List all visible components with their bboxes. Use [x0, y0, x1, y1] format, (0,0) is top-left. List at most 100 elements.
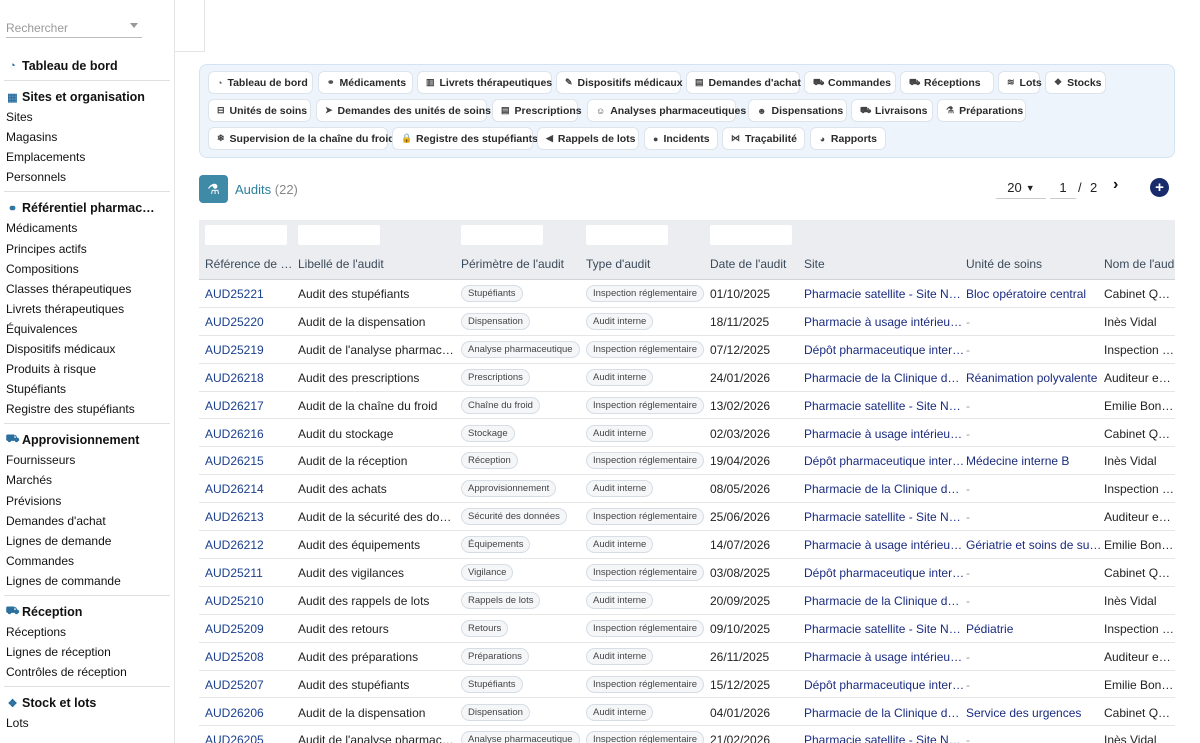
sidebar-search-select[interactable]: Rechercher: [6, 18, 142, 38]
site-link[interactable]: Pharmacie à usage intérieur…: [804, 315, 965, 329]
audit-reference-link[interactable]: AUD25208: [205, 650, 264, 664]
tab-r-ceptions[interactable]: ⛟ Réceptions: [900, 71, 994, 94]
tab-demandes-des-unit-s-de-soins[interactable]: ➤ Demandes des unités de soins: [316, 99, 491, 122]
column-filter-input[interactable]: [461, 225, 543, 245]
sidebar-item[interactable]: Livrets thérapeutiques: [0, 299, 174, 319]
tab-prescriptions[interactable]: ▤ Prescriptions: [492, 99, 582, 122]
tab-m-dicaments[interactable]: ⚭ Médicaments: [318, 71, 413, 94]
audit-reference-link[interactable]: AUD26213: [205, 510, 264, 524]
care-unit-link[interactable]: Pédiatrie: [966, 622, 1013, 636]
audit-reference-link[interactable]: AUD26206: [205, 706, 264, 720]
tab-rapports[interactable]: ◕ Rapports: [810, 127, 886, 150]
table-row[interactable]: AUD25209 Audit des retours Retours Inspecti…: [199, 615, 1175, 643]
tab-pr-parations[interactable]: ⚗ Préparations: [937, 99, 1026, 122]
care-unit-link[interactable]: Bloc opératoire central: [966, 287, 1086, 301]
sidebar-section-header[interactable]: ⚭ Référentiel pharmac…: [0, 198, 174, 218]
sidebar-item[interactable]: Stupéfiants: [0, 379, 174, 399]
tab-analyses-pharmaceutiques[interactable]: ☺ Analyses pharmaceutiques: [587, 99, 746, 122]
page-number-input[interactable]: 1: [1050, 177, 1076, 199]
care-unit-link[interactable]: Médecine interne B: [966, 454, 1069, 468]
sidebar-item[interactable]: Contrôles de réception: [0, 662, 174, 682]
site-link[interactable]: Pharmacie satellite - Site Nord: [804, 399, 965, 413]
table-row[interactable]: AUD26214 Audit des achats Approvisionnemen…: [199, 475, 1175, 504]
sidebar-item[interactable]: Médicaments: [0, 218, 174, 238]
tab-incidents[interactable]: ● Incidents: [644, 127, 718, 150]
table-row[interactable]: AUD26212 Audit des équipements Équipements…: [199, 531, 1175, 559]
sidebar-item[interactable]: Lignes de commande: [0, 571, 174, 591]
sidebar-item[interactable]: Lignes de réception: [0, 642, 174, 662]
site-link[interactable]: Pharmacie à usage intérieur…: [804, 538, 965, 552]
table-row[interactable]: AUD25220 Audit de la dispensation Dispensa…: [199, 308, 1175, 336]
sidebar-item[interactable]: Registre des stupéfiants: [0, 399, 174, 419]
tab-demandes-d-achat[interactable]: ▤ Demandes d'achat: [686, 71, 801, 94]
audit-reference-link[interactable]: AUD26217: [205, 399, 264, 413]
sidebar-item[interactable]: Personnels: [0, 167, 174, 187]
sidebar-section-header[interactable]: ▦ Sites et organisation: [0, 87, 174, 107]
table-row[interactable]: AUD26213 Audit de la sécurité des don… Séc…: [199, 503, 1175, 532]
table-row[interactable]: AUD25208 Audit des préparations Préparatio…: [199, 643, 1175, 671]
sidebar-item[interactable]: Marchés: [0, 470, 174, 490]
sidebar-item[interactable]: Principes actifs: [0, 238, 174, 258]
tab-livraisons[interactable]: ⛟ Livraisons: [851, 99, 933, 122]
tab-stocks[interactable]: ❖ Stocks: [1045, 71, 1106, 94]
site-link[interactable]: Pharmacie à usage intérieur…: [804, 650, 965, 664]
table-row[interactable]: AUD26218 Audit des prescriptions Prescript…: [199, 364, 1175, 392]
page-size-select[interactable]: 20 ▼: [996, 177, 1046, 199]
sidebar-item[interactable]: Compositions: [0, 259, 174, 279]
sidebar-section-header[interactable]: ⛟ Approvisionnement: [0, 430, 174, 450]
column-header[interactable]: Site: [804, 257, 969, 271]
table-row[interactable]: AUD26206 Audit de la dispensation Dispensa…: [199, 699, 1175, 727]
column-filter-input[interactable]: [710, 225, 792, 245]
sidebar-item[interactable]: Équivalences: [0, 319, 174, 339]
column-header[interactable]: Date de l'audit: [710, 257, 808, 271]
tab-supervision-de-la-cha-ne-du-froid[interactable]: ❄ Supervision de la chaîne du froid: [208, 127, 395, 150]
tab-livrets-th-rapeutiques[interactable]: ▥ Livrets thérapeutiques: [417, 71, 552, 94]
site-link[interactable]: Pharmacie de la Clinique de…: [804, 706, 965, 720]
add-record-button[interactable]: +: [1150, 178, 1169, 197]
site-link[interactable]: Pharmacie de la Clinique de…: [804, 482, 965, 496]
column-filter-input[interactable]: [298, 225, 380, 245]
site-link[interactable]: Dépôt pharmaceutique inter…: [804, 566, 964, 580]
tab-tableau-de-bord[interactable]: ◔ Tableau de bord: [208, 71, 313, 94]
sidebar-item[interactable]: Réceptions: [0, 622, 174, 642]
column-header[interactable]: Nom de l'audite: [1104, 257, 1175, 271]
sidebar-section-header[interactable]: ❖ Stock et lots: [0, 693, 174, 713]
column-header[interactable]: Périmètre de l'audit: [461, 257, 586, 271]
sidebar-item[interactable]: Demandes d'achat: [0, 511, 174, 531]
care-unit-link[interactable]: Réanimation polyvalente: [966, 371, 1097, 385]
audit-reference-link[interactable]: AUD26205: [205, 733, 264, 743]
table-row[interactable]: AUD26205 Audit de l'analyse pharmace… Anal…: [199, 726, 1175, 743]
audit-reference-link[interactable]: AUD26212: [205, 538, 264, 552]
audit-reference-link[interactable]: AUD25221: [205, 287, 264, 301]
tab-rappels-de-lots[interactable]: ◀ Rappels de lots: [537, 127, 639, 150]
table-row[interactable]: AUD25211 Audit des vigilances Vigilance Ins…: [199, 559, 1175, 587]
audit-reference-link[interactable]: AUD26218: [205, 371, 264, 385]
tab-registre-des-stup-fiants[interactable]: 🔒 Registre des stupéfiants: [392, 127, 538, 150]
column-header[interactable]: Référence de …: [205, 257, 301, 271]
site-link[interactable]: Pharmacie de la Clinique de…: [804, 371, 965, 385]
column-header[interactable]: Libellé de l'audit: [298, 257, 458, 271]
sidebar-item[interactable]: Magasins: [0, 127, 174, 147]
audit-reference-link[interactable]: AUD25207: [205, 678, 264, 692]
site-link[interactable]: Pharmacie satellite - Site Nord: [804, 510, 965, 524]
sidebar-item[interactable]: Fournisseurs: [0, 450, 174, 470]
audit-reference-link[interactable]: AUD26216: [205, 427, 264, 441]
tab-commandes[interactable]: ⛟ Commandes: [804, 71, 896, 94]
table-row[interactable]: AUD25221 Audit des stupéfiants Stupéfiants…: [199, 280, 1175, 308]
column-header[interactable]: Type d'audit: [586, 257, 711, 271]
sidebar-item[interactable]: Produits à risque: [0, 359, 174, 379]
sidebar-item[interactable]: Classes thérapeutiques: [0, 279, 174, 299]
sidebar-item[interactable]: Emplacements: [0, 147, 174, 167]
table-row[interactable]: AUD25210 Audit des rappels de lots Rappels…: [199, 587, 1175, 615]
audit-reference-link[interactable]: AUD25219: [205, 343, 264, 357]
sidebar-item[interactable]: Commandes: [0, 551, 174, 571]
chevron-down-icon[interactable]: [130, 23, 138, 28]
column-header[interactable]: Unité de soins: [966, 257, 1106, 271]
tab-dispositifs-m-dicaux[interactable]: ✎ Dispositifs médicaux: [556, 71, 683, 94]
sidebar-item[interactable]: Lots: [0, 713, 174, 733]
site-link[interactable]: Pharmacie à usage intérieur…: [804, 427, 965, 441]
tab-unit-s-de-soins[interactable]: ⊟ Unités de soins: [208, 99, 311, 122]
tab-tra-abilit-[interactable]: ⋈ Traçabilité: [722, 127, 805, 150]
column-filter-input[interactable]: [586, 225, 668, 245]
site-link[interactable]: Dépôt pharmaceutique inter…: [804, 454, 964, 468]
